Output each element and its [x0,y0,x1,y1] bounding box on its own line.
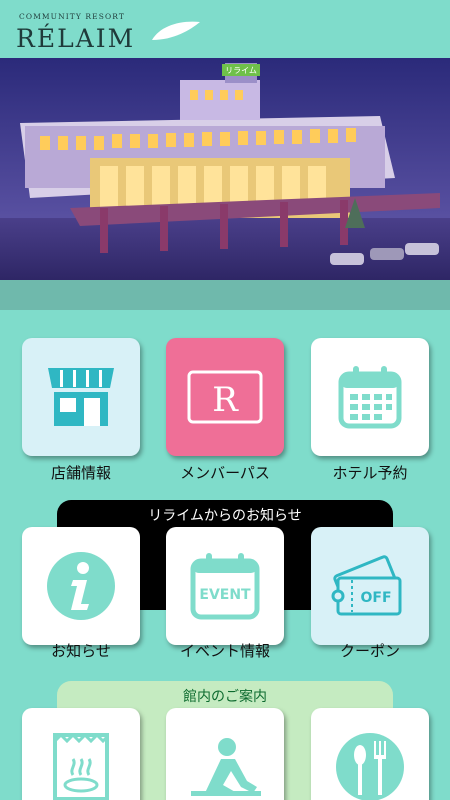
brand-tagline: COMMUNITY RESORT [19,12,125,21]
event-info-button[interactable]: EVENT [166,527,284,645]
shop-icon [48,368,114,426]
member-pass-label: メンバーパス [180,464,270,482]
hotel-reservation-button[interactable] [311,338,429,456]
hot-spring-icon [53,732,109,800]
member-pass-button[interactable]: R [166,338,284,456]
divider-strip [0,280,450,310]
app-header: COMMUNITY RESORT RÉLAIM [0,0,450,58]
member-pass-icon: R [187,370,263,424]
coupon-icon-text: OFF [360,590,391,606]
calendar-icon [338,366,402,429]
brand-logo-text[interactable]: RÉLAIM [16,24,135,53]
info-icon [47,552,115,620]
fitness-button[interactable] [166,708,284,800]
leaf-logo-icon [152,21,200,40]
notice-button[interactable] [22,527,140,645]
notice-label: お知らせ [51,642,111,660]
coupon-icon: OFF [331,555,402,616]
coupon-button[interactable]: OFF [311,527,429,645]
event-calendar-icon: EVENT [190,553,260,620]
news-section-title: リライムからのお知らせ [148,508,302,524]
member-pass-icon-text: R [212,380,239,420]
shop-info-button[interactable] [22,338,140,456]
fitness-icon [191,738,261,796]
facility-guide-title: 館内のご案内 [183,689,267,705]
shop-info-label: 店舗情報 [50,464,111,482]
hotel-reservation-label: ホテル予約 [332,464,408,482]
hot-spring-button[interactable] [22,708,140,800]
event-info-label: イベント情報 [179,642,270,660]
restaurant-button[interactable] [311,708,429,800]
restaurant-icon [336,733,404,800]
hero-sign-text: リライム [225,66,257,75]
coupon-label: クーポン [339,642,400,660]
hero-hotel-image: リライム [0,58,450,280]
event-icon-text: EVENT [199,587,251,603]
